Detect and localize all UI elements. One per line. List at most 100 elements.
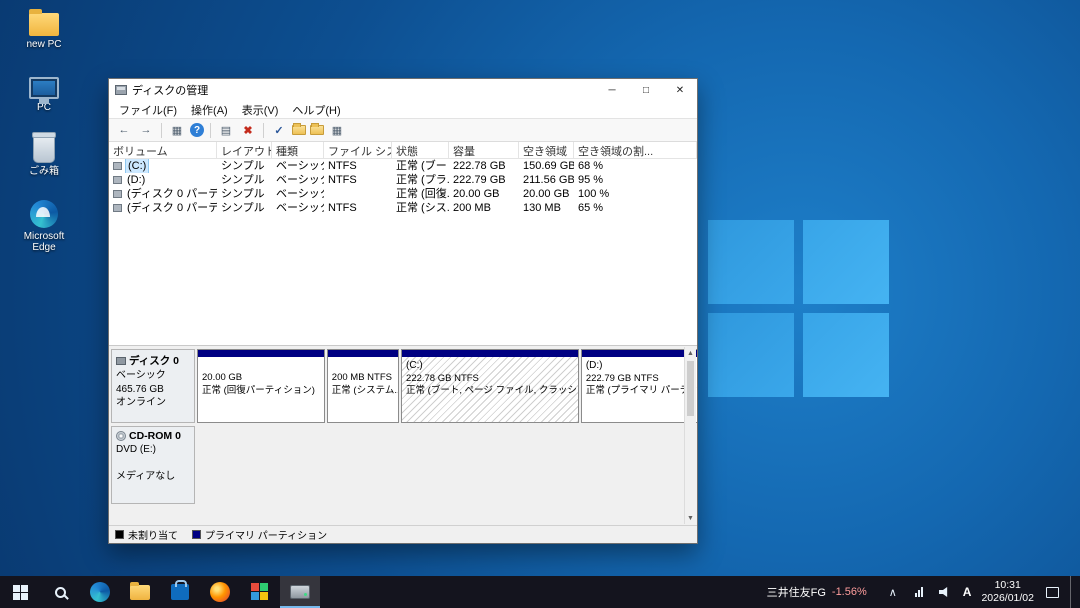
- ime-indicator[interactable]: A: [963, 585, 972, 599]
- legend-label: プライマリ パーティション: [205, 527, 327, 542]
- taskbar-app[interactable]: [240, 576, 280, 608]
- cell-free: 211.56 GB: [519, 173, 574, 187]
- toolbar-separator: [263, 123, 264, 138]
- column-header-filesystem[interactable]: ファイル システム: [324, 142, 392, 159]
- partition-title: [332, 359, 394, 372]
- volume-icon: [113, 190, 122, 198]
- taskbar-firefox[interactable]: [200, 576, 240, 608]
- menu-action[interactable]: 操作(A): [185, 101, 234, 119]
- desktop-icon-new-pc[interactable]: new PC: [12, 8, 76, 51]
- mark-partition-icon[interactable]: ✓: [270, 122, 288, 139]
- action-center-icon[interactable]: [1044, 587, 1060, 598]
- cell-status: 正常 (回復...: [392, 187, 449, 201]
- column-header-free[interactable]: 空き領域: [519, 142, 574, 159]
- partition-title: (D:): [586, 359, 697, 373]
- volume-icon: [113, 204, 122, 212]
- cell-capacity: 200 MB: [449, 201, 519, 215]
- cdrom-info[interactable]: CD-ROM 0 DVD (E:) メディアなし: [111, 426, 195, 504]
- logo-square: [803, 220, 889, 304]
- store-icon: [171, 584, 189, 600]
- console-tree-icon[interactable]: ▦: [168, 122, 186, 139]
- cell-type: ベーシック: [272, 187, 324, 201]
- table-row[interactable]: (C:) シンプル ベーシック NTFS 正常 (ブート... 222.78 G…: [109, 159, 697, 173]
- taskbar-disk-management-active[interactable]: [280, 576, 320, 608]
- taskbar-file-explorer[interactable]: [120, 576, 160, 608]
- cdrom-empty-area: [197, 426, 683, 504]
- table-row[interactable]: (ディスク 0 パーティシ... シンプル ベーシック NTFS 正常 (シス.…: [109, 201, 697, 215]
- close-button[interactable]: ✕: [663, 79, 697, 101]
- vertical-scrollbar[interactable]: ▲ ▼: [684, 347, 696, 524]
- title-bar[interactable]: ディスクの管理 ─ □ ✕: [109, 79, 697, 101]
- partition-color-bar: [328, 350, 398, 357]
- cdrom-media-status: メディアなし: [116, 470, 190, 484]
- folder-icon: [29, 13, 59, 36]
- desktop-icon-edge[interactable]: Microsoft Edge: [12, 200, 76, 254]
- taskbar-edge[interactable]: [80, 576, 120, 608]
- column-header-layout[interactable]: レイアウト: [217, 142, 272, 159]
- taskbar-store[interactable]: [160, 576, 200, 608]
- desktop-icon-recycle-bin[interactable]: ごみ箱: [12, 135, 76, 178]
- explore-folder-icon[interactable]: [310, 125, 324, 135]
- time: 10:31: [995, 579, 1021, 592]
- cell-layout: シンプル: [217, 173, 272, 187]
- open-folder-icon[interactable]: [292, 125, 306, 135]
- computer-icon: [29, 77, 59, 99]
- start-button[interactable]: [0, 576, 40, 608]
- back-icon[interactable]: ←: [115, 122, 133, 139]
- edge-icon: [30, 200, 58, 228]
- table-row[interactable]: (D:) シンプル ベーシック NTFS 正常 (プラ... 222.79 GB…: [109, 173, 697, 187]
- firefox-icon: [210, 582, 230, 602]
- scroll-down-icon[interactable]: ▼: [685, 512, 696, 524]
- cell-free: 20.00 GB: [519, 187, 574, 201]
- clock[interactable]: 10:31 2026/01/02: [981, 579, 1034, 605]
- cell-status: 正常 (ブート...: [392, 159, 449, 173]
- search-button[interactable]: [40, 576, 80, 608]
- column-header-capacity[interactable]: 容量: [449, 142, 519, 159]
- scrollbar-track[interactable]: [685, 359, 696, 512]
- partition-d[interactable]: (D:) 222.79 GB NTFS 正常 (プライマリ パーティション): [581, 349, 697, 423]
- menu-help[interactable]: ヘルプ(H): [286, 101, 346, 119]
- volume-icon[interactable]: [937, 587, 953, 597]
- cell-type: ベーシック: [272, 201, 324, 215]
- help-icon[interactable]: ?: [190, 123, 204, 137]
- partition-color-bar: [402, 350, 578, 357]
- stock-change: -1.56%: [832, 586, 867, 598]
- partition-c[interactable]: (C:) 222.78 GB NTFS 正常 (ブート, ページ ファイル, ク…: [401, 349, 579, 423]
- minimize-button[interactable]: ─: [595, 79, 629, 101]
- desktop: new PC PC ごみ箱 Microsoft Edge ディスクの管理 ─ □…: [0, 0, 1080, 608]
- partition-recovery[interactable]: 20.00 GB 正常 (回復パーティション): [197, 349, 325, 423]
- legend-primary-partition: プライマリ パーティション: [192, 527, 327, 542]
- hidden-icons-chevron[interactable]: ∧: [885, 586, 901, 599]
- edge-icon: [90, 582, 110, 602]
- network-icon[interactable]: [911, 587, 927, 597]
- column-header-volume[interactable]: ボリューム: [109, 142, 217, 159]
- forward-icon[interactable]: →: [137, 122, 155, 139]
- scroll-up-icon[interactable]: ▲: [685, 347, 696, 359]
- action-pane-icon[interactable]: ▤: [217, 122, 235, 139]
- column-header-type[interactable]: 種類: [272, 142, 324, 159]
- system-tray: 三井住友FG -1.56% ∧ A 10:31 2026/01/02: [759, 576, 1080, 608]
- show-desktop-button[interactable]: [1070, 576, 1074, 608]
- disk-type: ベーシック: [116, 369, 190, 383]
- desktop-icon-pc[interactable]: PC: [12, 73, 76, 114]
- cell-free: 130 MB: [519, 201, 574, 215]
- scrollbar-thumb[interactable]: [687, 361, 694, 416]
- partition-system[interactable]: 200 MB NTFS 正常 (システム...: [327, 349, 399, 423]
- column-header-free-pct[interactable]: 空き領域の割...: [574, 142, 697, 159]
- desktop-icon-label: Microsoft Edge: [12, 231, 76, 254]
- disk0-row: ディスク 0 ベーシック 465.76 GB オンライン 20.00 GB 正常…: [111, 349, 683, 423]
- taskbar: 三井住友FG -1.56% ∧ A 10:31 2026/01/02: [0, 576, 1080, 608]
- column-header-status[interactable]: 状態: [392, 142, 449, 159]
- disk0-info[interactable]: ディスク 0 ベーシック 465.76 GB オンライン: [111, 349, 195, 423]
- menu-file[interactable]: ファイル(F): [113, 101, 183, 119]
- volume-list-pane: ボリューム レイアウト 種類 ファイル システム 状態 容量 空き領域 空き領域…: [109, 142, 697, 346]
- maximize-button[interactable]: □: [629, 79, 663, 101]
- partition-title: [202, 359, 320, 372]
- properties-grid-icon[interactable]: ▦: [328, 122, 346, 139]
- delete-volume-icon[interactable]: ✖: [239, 122, 257, 139]
- logo-square: [708, 220, 794, 304]
- partition-status: 正常 (プライマリ パーティション): [586, 385, 697, 398]
- menu-view[interactable]: 表示(V): [236, 101, 285, 119]
- news-interests-widget[interactable]: 三井住友FG -1.56%: [759, 584, 875, 600]
- table-row[interactable]: (ディスク 0 パーティシ... シンプル ベーシック 正常 (回復... 20…: [109, 187, 697, 201]
